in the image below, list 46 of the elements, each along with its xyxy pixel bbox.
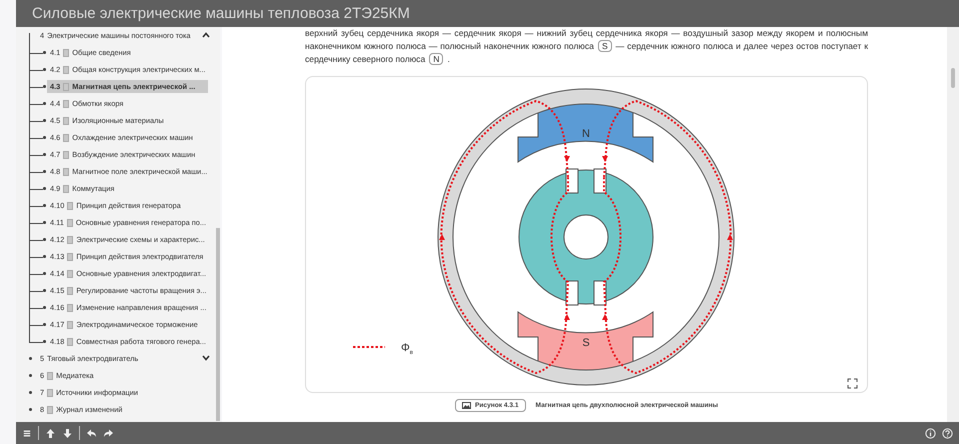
document-icon (67, 338, 74, 346)
scrollbar-thumb[interactable] (951, 68, 955, 88)
redo-icon[interactable] (103, 428, 114, 438)
chevron-down-icon[interactable] (202, 355, 210, 361)
info-icon[interactable] (925, 428, 936, 438)
pole-label: N (582, 128, 590, 140)
expand-icon[interactable] (848, 378, 858, 388)
pole-label: S (582, 337, 590, 349)
document-icon (47, 372, 54, 380)
help-icon[interactable] (942, 428, 953, 438)
pole-badge: S (598, 40, 612, 52)
pole-badge: N (429, 53, 444, 65)
document-icon (63, 184, 70, 192)
document-icon (67, 236, 74, 244)
document-icon (67, 320, 74, 328)
bullet-icon (29, 391, 32, 394)
undo-icon[interactable] (86, 428, 97, 438)
flux-legend-label: Φ$_{в}$ (401, 342, 413, 356)
document-icon (67, 202, 74, 210)
document-icon (63, 48, 70, 56)
document-icon (67, 252, 74, 260)
document-icon (63, 150, 70, 158)
image-icon (462, 402, 471, 409)
document-icon (67, 304, 74, 312)
app-title: Силовые электрические машины тепловоза 2ТЭ25КМ (32, 5, 410, 22)
document-icon (63, 116, 70, 124)
document-icon (63, 82, 70, 90)
document-icon (63, 66, 70, 74)
scrollbar-thumb[interactable] (216, 228, 220, 421)
bullet-icon (29, 357, 32, 360)
down-arrow-icon[interactable] (62, 428, 73, 438)
document-icon (63, 168, 70, 176)
document-icon (47, 388, 54, 396)
document-icon (63, 134, 70, 142)
flux-legend-line (353, 346, 385, 348)
document-icon (67, 286, 74, 294)
document-icon (67, 270, 74, 278)
document-icon (63, 100, 70, 108)
document-icon (66, 218, 73, 226)
up-arrow-icon[interactable] (45, 428, 56, 438)
chevron-up-icon[interactable] (202, 32, 210, 38)
body-paragraph: верхний зубец сердечника якоря — сердечник якоря — нижний зубец сердечника якоря — воздушный зазор между якорем и полюсным наконечником южного полюса — полюсный наконечник южного полюса S — сердечник южного полюса и далее через остов поступает к сердечнику северного полюса N . (305, 27, 868, 66)
document-icon (47, 406, 54, 414)
bullet-icon (29, 374, 32, 377)
menu-icon[interactable] (22, 428, 32, 438)
bullet-icon (29, 408, 32, 411)
